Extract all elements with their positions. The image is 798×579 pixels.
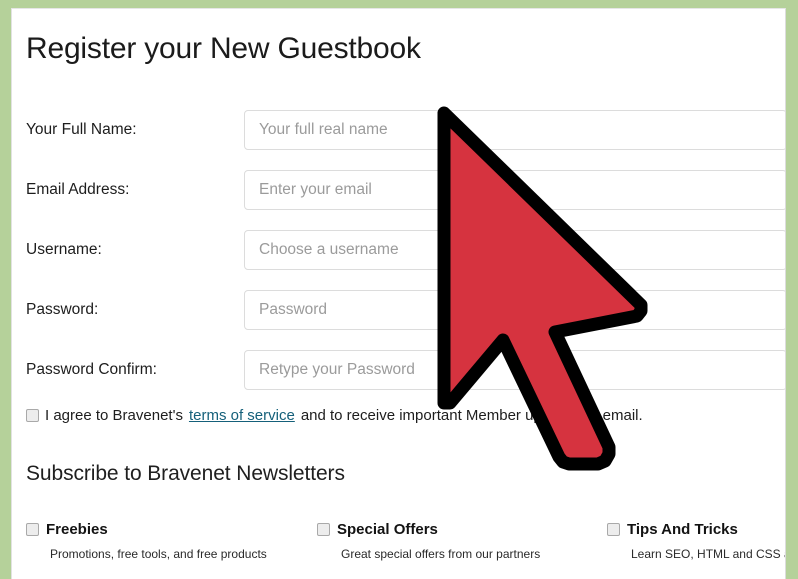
registration-page: Register your New Guestbook Your Full Na…	[11, 8, 786, 579]
newsletter-freebies-label: Freebies	[46, 521, 108, 538]
password-input[interactable]	[244, 290, 785, 330]
label-username: Username:	[26, 241, 102, 258]
terms-text-before: I agree to Bravenet's	[45, 407, 183, 424]
newsletter-option-tips-and-tricks: Tips And Tricks Learn SEO, HTML and CSS …	[607, 521, 786, 561]
label-password: Password:	[26, 301, 99, 318]
newsletter-tips-and-tricks-checkbox[interactable]	[607, 523, 620, 536]
email-address-input[interactable]	[244, 170, 785, 210]
form-row-password-confirm: Password Confirm:	[12, 350, 785, 390]
newsletter-tips-and-tricks-header: Tips And Tricks	[607, 521, 785, 538]
newsletter-section-title: Subscribe to Bravenet Newsletters	[26, 462, 345, 485]
form-row-full-name: Your Full Name:	[12, 110, 785, 150]
terms-agreement-row: I agree to Bravenet's terms of service a…	[26, 407, 643, 424]
newsletter-option-special-offers: Special Offers Great special offers from…	[317, 521, 540, 561]
newsletter-special-offers-checkbox[interactable]	[317, 523, 330, 536]
newsletter-freebies-header: Freebies	[26, 521, 267, 538]
form-row-username: Username:	[12, 230, 785, 270]
full-name-input[interactable]	[244, 110, 785, 150]
form-row-password: Password:	[12, 290, 785, 330]
label-email-address: Email Address:	[26, 181, 130, 198]
form-row-email: Email Address:	[12, 170, 785, 210]
password-confirm-input[interactable]	[244, 350, 785, 390]
username-input[interactable]	[244, 230, 785, 270]
newsletter-freebies-checkbox[interactable]	[26, 523, 39, 536]
label-full-name: Your Full Name:	[26, 121, 137, 138]
newsletter-special-offers-label: Special Offers	[337, 521, 438, 538]
newsletter-tips-and-tricks-label: Tips And Tricks	[627, 521, 738, 538]
newsletter-tips-and-tricks-description: Learn SEO, HTML and CSS a	[631, 547, 786, 561]
label-password-confirm: Password Confirm:	[26, 361, 157, 378]
page-title: Register your New Guestbook	[26, 32, 421, 65]
newsletter-special-offers-description: Great special offers from our partners	[341, 547, 541, 561]
newsletter-option-freebies: Freebies Promotions, free tools, and fre…	[26, 521, 267, 561]
terms-text-after: and to receive important Member updates …	[300, 407, 643, 424]
terms-of-service-link[interactable]: terms of service	[189, 407, 295, 424]
newsletter-freebies-description: Promotions, free tools, and free product…	[50, 547, 267, 561]
newsletter-special-offers-header: Special Offers	[317, 521, 540, 538]
terms-agreement-checkbox[interactable]	[26, 409, 39, 422]
